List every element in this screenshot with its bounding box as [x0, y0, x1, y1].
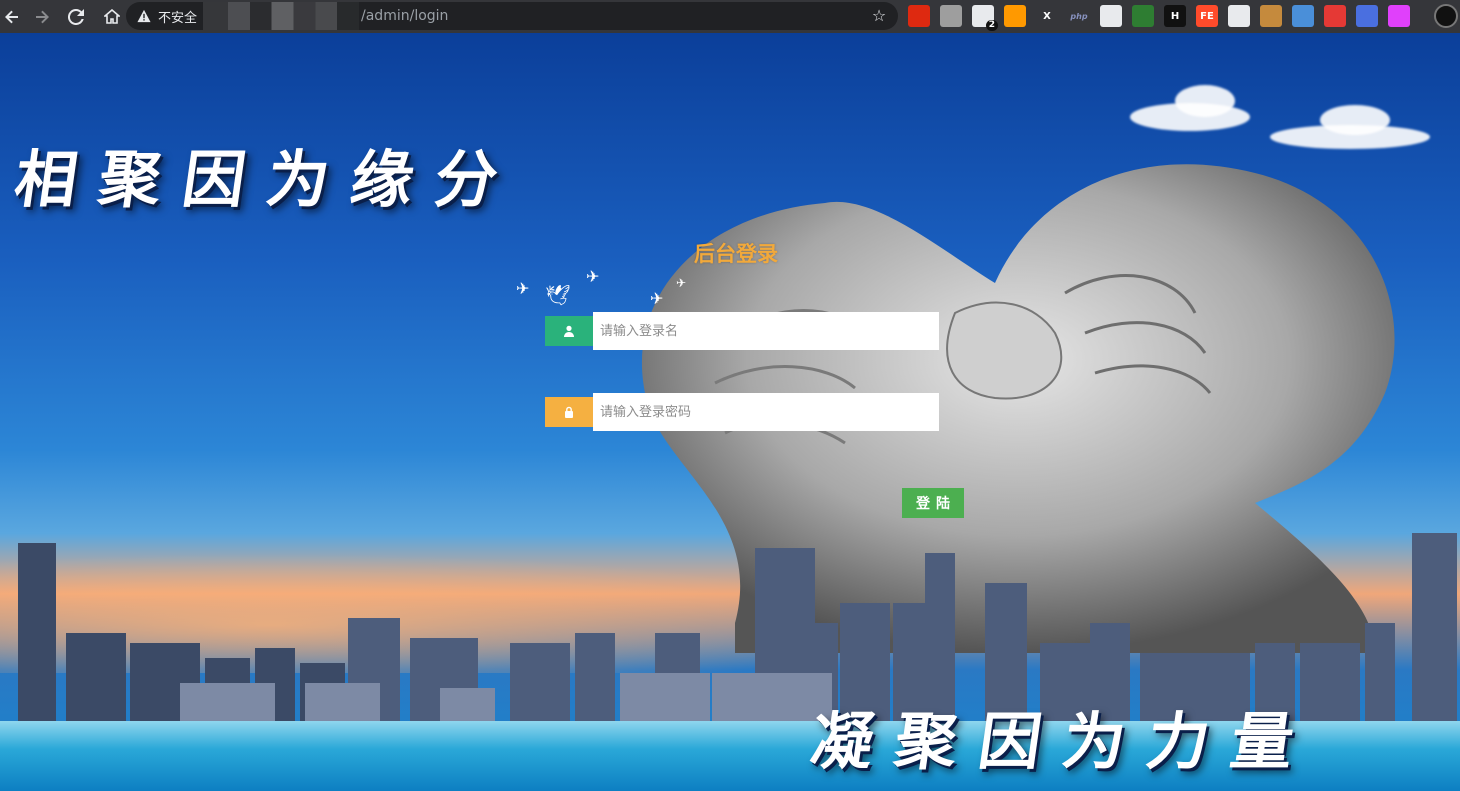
circle-ext-icon[interactable] [940, 5, 962, 27]
address-bar[interactable]: 不安全 /admin/login ☆ [126, 2, 898, 30]
home-icon[interactable] [100, 5, 124, 29]
pinwheel-ext-icon[interactable] [1388, 5, 1410, 27]
back-icon[interactable] [0, 5, 24, 29]
x-ext-label: X [1043, 10, 1051, 22]
china-flag-ext-icon[interactable] [908, 5, 930, 27]
firefox-ext-icon[interactable] [1356, 5, 1378, 27]
username-row [545, 312, 939, 350]
url-path[interactable]: /admin/login [361, 8, 448, 24]
user-icon [545, 316, 593, 346]
blurred-host [203, 2, 360, 30]
h-ext-icon[interactable]: H [1164, 5, 1186, 27]
login-title: 后台登录 [694, 242, 778, 266]
login-button[interactable]: 登陆 [902, 488, 964, 518]
password-row [545, 393, 939, 431]
login-page: ✈ 🕊 ✈ ✈ ✈ 相聚因为缘分 凝聚因为力量 后台登录 请输入登录名 登陆 [0, 33, 1460, 791]
profile-avatar[interactable] [1434, 4, 1458, 28]
bookmark-star-icon[interactable]: ☆ [870, 7, 888, 25]
tampermonkey-ext-icon[interactable]: 2 [972, 5, 998, 31]
x-ext-icon[interactable]: X [1036, 5, 1058, 27]
forward-icon[interactable] [30, 5, 54, 29]
extensions-bar: 2 Xphp H FE [908, 5, 1420, 31]
green-gear-ext-icon[interactable] [1132, 5, 1154, 27]
warning-icon[interactable] [136, 8, 152, 24]
red-eye-ext-icon[interactable] [1324, 5, 1346, 27]
browser-toolbar: 不安全 /admin/login ☆ 2 Xphp H FE [0, 0, 1460, 33]
reload-icon[interactable] [64, 5, 88, 29]
cookie-ext-icon[interactable] [1260, 5, 1282, 27]
php-ext-icon[interactable]: php [1068, 5, 1090, 27]
extension-badge: 2 [985, 20, 998, 31]
security-label[interactable]: 不安全 [158, 7, 197, 26]
lock-icon [545, 397, 593, 427]
fe-ext-label: FE [1200, 10, 1214, 22]
php-ext-label: php [1070, 11, 1088, 21]
username-input[interactable] [593, 312, 939, 350]
slogan-bottom: 凝聚因为力量 [806, 705, 1321, 778]
globe-ext-icon[interactable] [1292, 5, 1314, 27]
slogan-top: 相聚因为缘分 [10, 143, 525, 216]
ninja-ext-icon[interactable] [1100, 5, 1122, 27]
amazon-ext-icon[interactable] [1004, 5, 1026, 27]
h-ext-label: H [1170, 10, 1180, 22]
fe-ext-icon[interactable]: FE [1196, 5, 1218, 27]
ghost-ext-icon[interactable] [1228, 5, 1250, 27]
password-input[interactable] [593, 393, 939, 431]
